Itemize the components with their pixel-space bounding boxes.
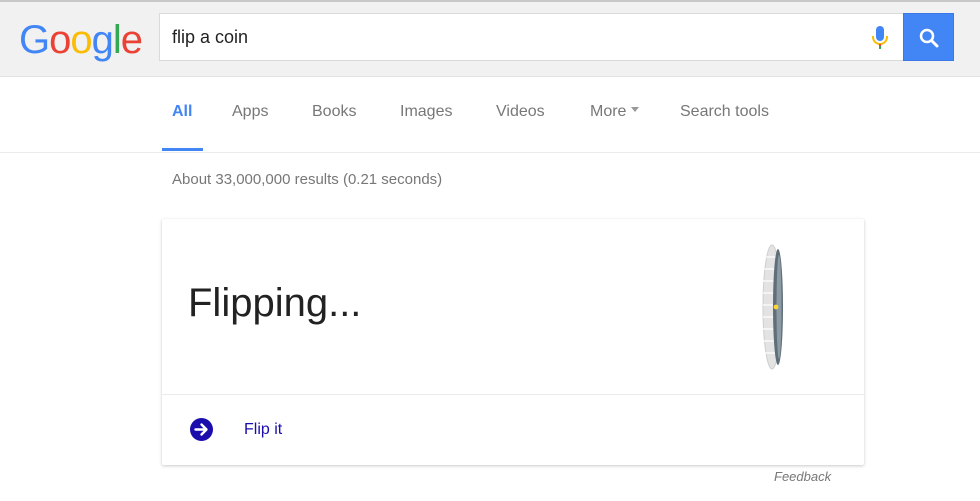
coin-flip-card: Flipping... Flip it [162,219,864,465]
tab-label: More [590,103,627,120]
microphone-icon[interactable] [869,25,891,51]
logo-letter: g [91,18,114,62]
search-icon [919,28,939,48]
logo-letter: e [120,18,143,62]
result-stats: About 33,000,000 results (0.21 seconds) [172,171,443,188]
feedback-link[interactable]: Feedback [774,469,831,484]
flip-it-label[interactable]: Flip it [244,421,282,439]
search-button[interactable] [903,13,954,61]
tab-label: Search tools [680,103,769,120]
arrow-right-circle-icon [190,418,213,441]
tab-label: Images [400,103,453,120]
tab-label: Books [312,103,357,120]
tab-more[interactable]: More [590,103,640,151]
search-tabs: All Apps Books Images Videos More Search… [0,77,980,153]
tab-images[interactable]: Images [400,103,452,151]
google-logo[interactable]: Google [19,16,143,64]
coin-icon [762,244,783,370]
logo-letter: G [19,18,50,62]
search-header: Google flip a coin [0,2,980,77]
logo-letter: o [70,18,92,62]
logo-letter: o [49,18,71,62]
tab-all[interactable]: All [162,103,203,151]
logo-letter: l [112,18,122,62]
tab-books[interactable]: Books [312,103,356,151]
tab-label: All [172,103,193,120]
search-input[interactable]: flip a coin [159,13,903,61]
tab-label: Videos [496,103,545,120]
chevron-down-icon [631,107,640,113]
search-query-text[interactable]: flip a coin [172,14,248,60]
tab-apps[interactable]: Apps [232,103,268,151]
tab-search-tools[interactable]: Search tools [680,103,769,151]
flip-status-text: Flipping... [188,281,362,325]
tab-videos[interactable]: Videos [496,103,545,151]
tab-label: Apps [232,103,269,120]
flip-it-button[interactable]: Flip it [162,395,864,465]
